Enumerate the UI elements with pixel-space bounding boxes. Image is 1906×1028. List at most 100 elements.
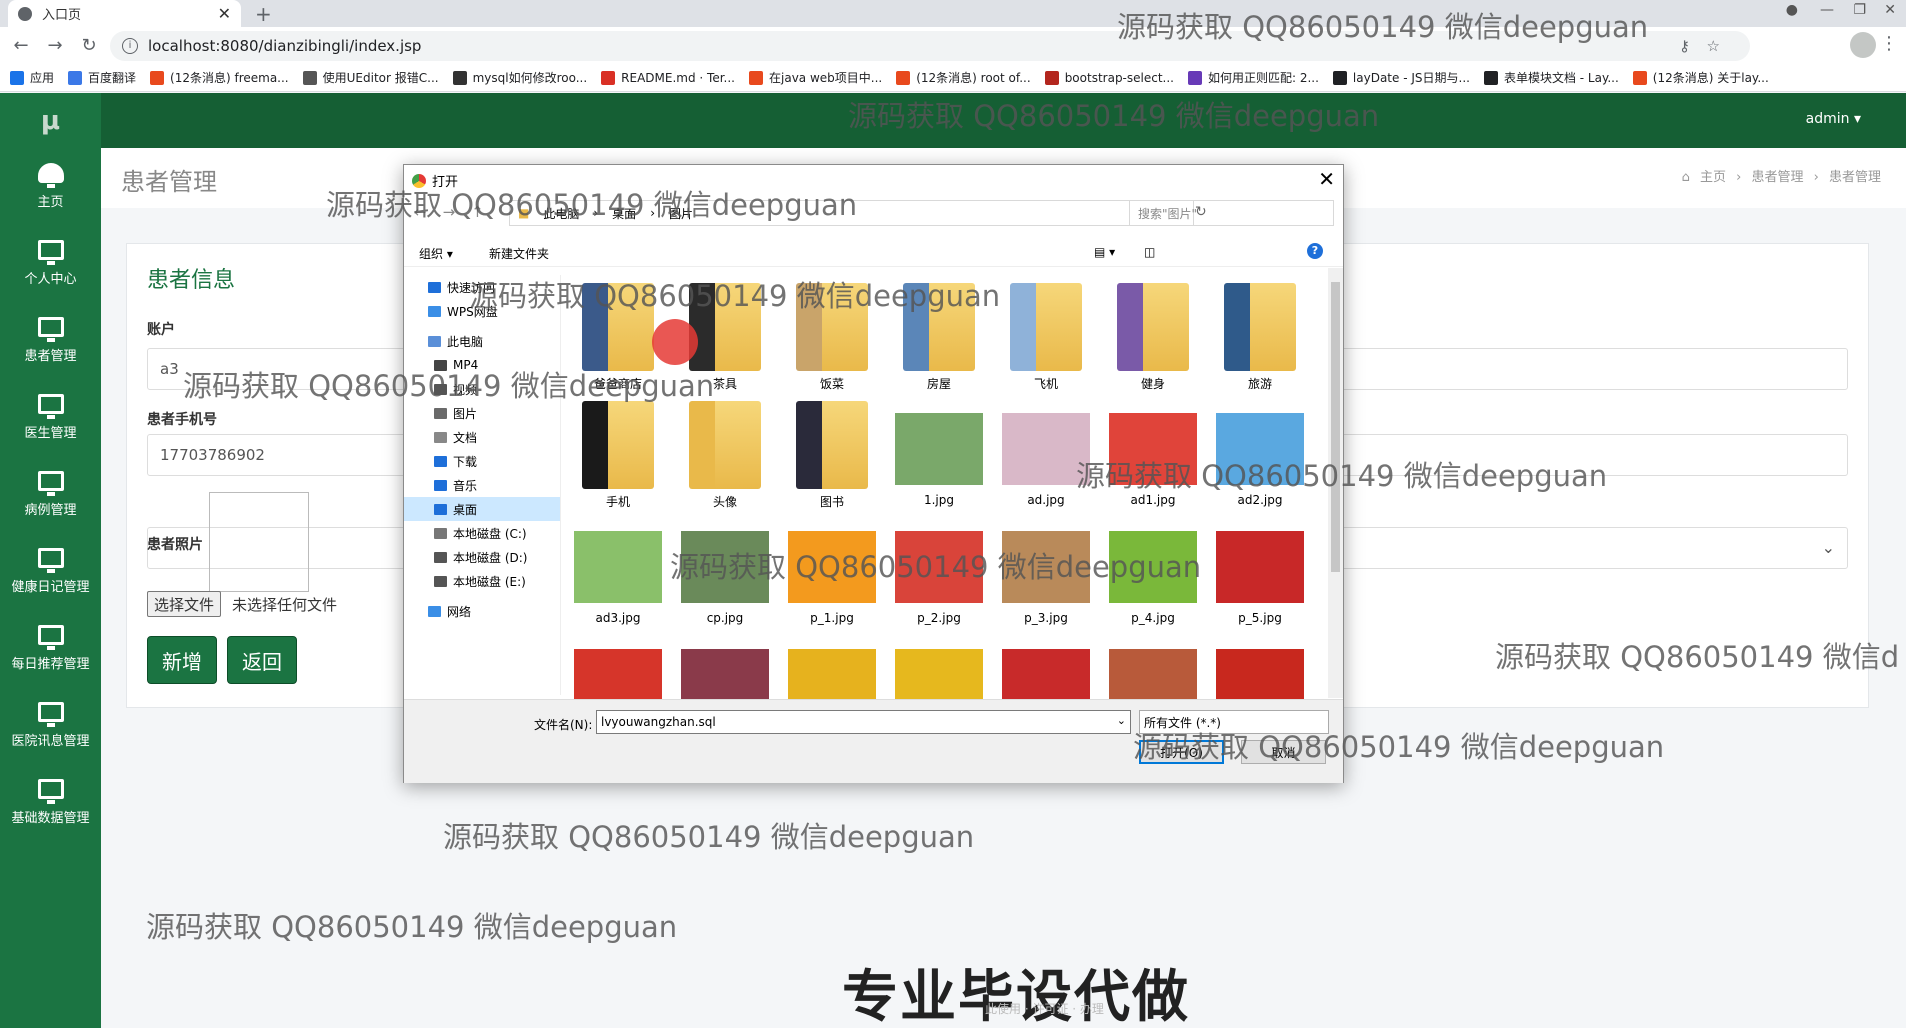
folder-icon (1010, 283, 1082, 371)
sidebar-item[interactable]: 每日推荐管理 (0, 610, 101, 687)
dialog-search-input[interactable]: 搜索"图片" (1129, 200, 1334, 226)
sidebar-item[interactable]: 个人中心 (0, 225, 101, 302)
reload-icon[interactable]: ↻ (76, 35, 102, 56)
organize-button[interactable]: 组织 ▾ (419, 245, 453, 262)
forward-icon[interactable]: → (42, 35, 68, 56)
bookmark-item[interactable]: (12条消息) 关于lay... (1632, 69, 1769, 86)
tree-item[interactable]: 本地磁盘 (D:) (404, 545, 560, 569)
bookmark-favicon-icon (150, 70, 165, 85)
browser-tab[interactable]: 入口页 ✕ (8, 0, 241, 27)
bookmark-item[interactable]: 应用 (10, 69, 54, 86)
add-button[interactable]: 新增 (147, 636, 217, 684)
image-file-item[interactable] (1107, 637, 1199, 699)
choose-file-button[interactable]: 选择文件 (147, 591, 222, 617)
folder-item[interactable]: 头像 (679, 401, 771, 513)
chevron-down-icon[interactable]: ⌄ (1117, 714, 1126, 727)
tree-item[interactable]: 下载 (404, 449, 560, 473)
preview-pane-icon[interactable]: ◫ (1144, 245, 1155, 259)
info-icon[interactable]: i (122, 38, 138, 54)
image-file-item[interactable] (786, 637, 878, 699)
folder-item[interactable]: 飞机 (1000, 283, 1092, 395)
help-icon[interactable]: ? (1307, 243, 1323, 259)
breadcrumb-module[interactable]: 患者管理 (1751, 170, 1803, 185)
sidebar-item[interactable]: 医生管理 (0, 379, 101, 456)
view-options-icon[interactable]: ▤ ▾ (1094, 245, 1115, 259)
apps-grid-icon (10, 70, 24, 85)
image-file-item[interactable] (1214, 637, 1306, 699)
photo-placeholder (209, 492, 309, 592)
folder-item[interactable]: 健身 (1107, 283, 1199, 395)
menu-kebab-icon[interactable]: ⋮ (1880, 33, 1898, 54)
media-icon[interactable]: ● (1786, 2, 1798, 18)
image-file-item[interactable] (893, 637, 985, 699)
folder-item[interactable]: 图书 (786, 401, 878, 513)
bookmark-item[interactable]: (12条消息) root of... (896, 69, 1031, 86)
bookmark-item[interactable]: bootstrap-select... (1044, 70, 1174, 85)
image-thumbnail-icon (1109, 649, 1197, 699)
file-name: p_1.jpg (810, 611, 854, 625)
logo[interactable]: μ (0, 93, 101, 148)
tree-item[interactable]: 此电脑 (404, 329, 560, 353)
close-tab-icon[interactable]: ✕ (218, 4, 231, 23)
monitor-icon (37, 702, 64, 727)
filename-input[interactable]: lvyouwangzhan.sql ⌄ (596, 710, 1131, 734)
sidebar-item[interactable]: 主页 (0, 148, 101, 225)
image-file-item[interactable]: p_5.jpg (1214, 519, 1306, 631)
tree-item[interactable]: 音乐 (404, 473, 560, 497)
file-name: ad2.jpg (1237, 493, 1283, 507)
image-file-item[interactable] (679, 637, 771, 699)
bookmark-item[interactable]: 使用UEditor 报错C... (302, 69, 439, 86)
back-icon[interactable]: ← (8, 35, 34, 56)
sidebar-item[interactable]: 健康日记管理 (0, 533, 101, 610)
key-icon[interactable]: ⚷ (1679, 37, 1690, 55)
folder-icon (434, 503, 447, 515)
folder-item[interactable]: 手机 (572, 401, 664, 513)
new-folder-button[interactable]: 新建文件夹 (489, 245, 549, 262)
monitor-icon (37, 471, 64, 496)
back-button[interactable]: 返回 (227, 636, 297, 684)
new-tab-button[interactable]: + (255, 2, 272, 26)
scrollbar-thumb[interactable] (1331, 282, 1340, 572)
image-file-item[interactable] (572, 637, 664, 699)
watermark: 源码获取 QQ86050149 微信deepguan (1117, 10, 1649, 44)
bookmark-item[interactable]: 如何用正则匹配: 2... (1187, 69, 1319, 86)
sidebar-item[interactable]: 医院讯息管理 (0, 687, 101, 764)
image-thumbnail-icon (1002, 649, 1090, 699)
close-window-icon[interactable]: ✕ (1884, 2, 1896, 18)
breadcrumb-home[interactable]: 主页 (1700, 170, 1726, 185)
file-name: p_3.jpg (1024, 611, 1068, 625)
restore-icon[interactable]: ❐ (1853, 2, 1866, 18)
bookmark-item[interactable]: layDate - JS日期与... (1332, 69, 1470, 86)
tree-item[interactable]: 网络 (404, 599, 560, 623)
bookmark-item[interactable]: 在java web项目中... (749, 69, 882, 86)
tree-item[interactable]: 文档 (404, 425, 560, 449)
tree-item[interactable]: 本地磁盘 (E:) (404, 569, 560, 593)
sidebar-item[interactable]: 患者管理 (0, 302, 101, 379)
tree-item[interactable]: 桌面 (404, 497, 560, 521)
file-name: ad3.jpg (595, 611, 641, 625)
watermark: 源码获取 QQ86050149 微信deepguan (848, 99, 1380, 133)
bookmark-label: 使用UEditor 报错C... (322, 71, 439, 85)
bookmark-item[interactable]: (12条消息) freema... (150, 69, 289, 86)
tree-item-label: 音乐 (453, 478, 478, 493)
sidebar-item[interactable]: 病例管理 (0, 456, 101, 533)
minimize-icon[interactable]: — (1820, 2, 1834, 18)
profile-avatar-icon[interactable] (1850, 32, 1876, 58)
folder-icon (428, 281, 441, 293)
bookmark-item[interactable]: 表单模块文档 - Lay... (1483, 69, 1619, 86)
tree-item[interactable]: 本地磁盘 (C:) (404, 521, 560, 545)
user-menu[interactable]: admin ▾ (1806, 111, 1861, 127)
bookmark-item[interactable]: mysql如何修改roo... (452, 69, 587, 86)
watermark: 源码获取 QQ86050149 微信d (1495, 640, 1900, 674)
bookmark-item[interactable]: README.md · Ter... (601, 70, 735, 85)
sidebar-item[interactable]: 基础数据管理 (0, 764, 101, 841)
image-file-item[interactable] (1000, 637, 1092, 699)
star-icon[interactable]: ☆ (1707, 37, 1720, 55)
bookmark-item[interactable]: 百度翻译 (68, 69, 136, 86)
folder-icon (428, 605, 441, 617)
image-file-item[interactable]: 1.jpg (893, 401, 985, 513)
folder-icon (689, 401, 761, 489)
dialog-close-icon[interactable]: ✕ (1318, 167, 1335, 191)
folder-item[interactable]: 旅游 (1214, 283, 1306, 395)
image-file-item[interactable]: ad3.jpg (572, 519, 664, 631)
